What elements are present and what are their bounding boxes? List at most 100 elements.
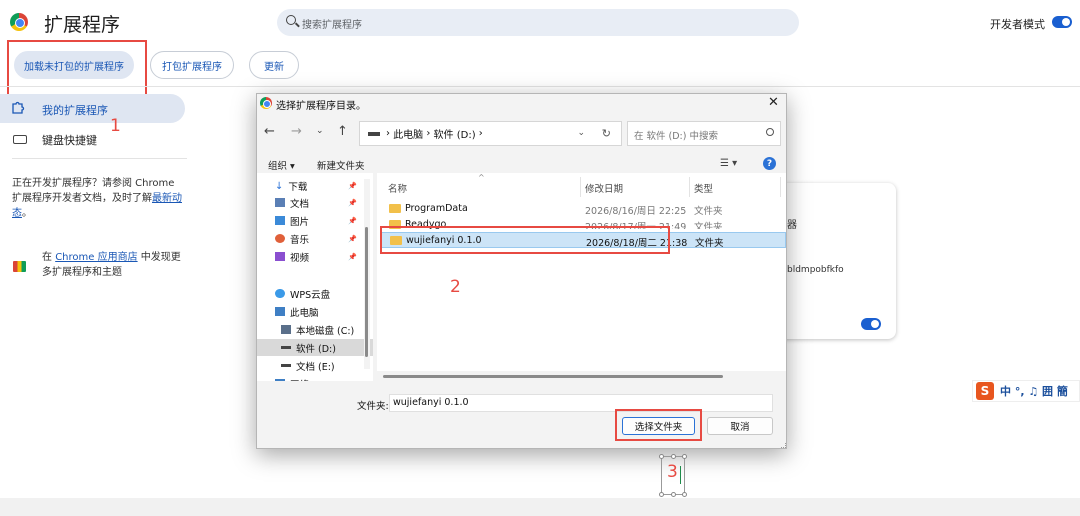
tree-item-this-pc[interactable]: 此电脑 [257,303,373,320]
tree-item-music[interactable]: 音乐 📌 [257,230,373,247]
folder-name-input[interactable]: wujiefanyi 0.1.0 [389,394,773,412]
folder-field-label: 文件夹: [357,401,389,412]
tree-item-videos[interactable]: 视频 📌 [257,248,373,265]
resize-handle[interactable] [671,492,676,497]
computer-icon [275,307,285,316]
file-name: ProgramData [405,203,468,214]
drive-icon [281,364,291,367]
tree-label: 本地磁盘 (C:) [296,325,355,337]
breadcrumb-this-pc[interactable]: 此电脑 [393,126,423,141]
tree-label: 文档 [290,198,310,210]
help-icon[interactable]: ? [763,157,776,170]
cancel-button[interactable]: 取消 [707,417,773,435]
column-date[interactable]: 修改日期 [585,181,623,195]
tree-item-drive-e[interactable]: 文档 (E:) [257,357,373,374]
organize-menu[interactable]: 组织 ▾ [268,158,295,172]
search-input[interactable]: 搜索扩展程序 [277,9,799,36]
sort-arrow-icon: ^ [478,173,485,182]
view-options-icon[interactable]: ☰ ▾ [720,158,737,169]
tree-item-wps-cloud[interactable]: WPS云盘 [257,285,373,302]
document-icon [275,198,285,207]
download-icon: ↓ [275,181,284,192]
resize-handle[interactable] [682,492,687,497]
resize-handle[interactable] [671,454,676,459]
folder-icon [389,204,401,213]
tree-label: 文档 (E:) [296,361,335,373]
puzzle-icon [12,101,25,114]
annotation-step-1: 1 [110,116,121,136]
developer-mode-label: 开发者模式 [990,18,1045,31]
tree-item-drive-c[interactable]: 本地磁盘 (C:) [257,321,373,338]
bottom-band [0,498,1080,516]
tree-item-documents[interactable]: 文档 📌 [257,194,373,211]
developer-mode-toggle[interactable] [1052,16,1072,28]
tree-item-pictures[interactable]: 图片 📌 [257,212,373,229]
breadcrumb-drive-d[interactable]: 软件 (D:) [434,126,476,141]
drive-icon [281,346,291,349]
chevron-down-icon[interactable]: ⌄ [577,128,585,138]
dialog-search-input[interactable]: 在 软件 (D:) 中搜索 [627,121,781,146]
annotation-box-2 [380,226,670,254]
file-type: 文件夹 [694,206,723,217]
column-divider[interactable] [580,177,581,197]
new-folder-button[interactable]: 新建文件夹 [317,158,365,172]
web-store-icon [13,261,26,272]
breadcrumb-sep: › [475,128,483,139]
video-icon [275,252,285,261]
network-icon [275,379,285,381]
extension-enable-toggle[interactable] [861,318,881,330]
up-arrow-icon[interactable]: ↑ [337,124,348,139]
tree-item-downloads[interactable]: ↓ 下载 📌 [257,177,373,194]
keyboard-icon [13,135,27,144]
tree-label: 此电脑 [290,307,319,319]
tree-label: 视频 [290,252,310,264]
refresh-icon[interactable]: ↻ [602,127,611,140]
resize-grip-icon[interactable] [781,443,786,448]
file-type: 文件夹 [695,238,724,249]
dialog-title: 选择扩展程序目录。 [276,101,366,112]
drive-icon [281,325,291,334]
search-icon [286,15,296,25]
recent-dropdown-icon[interactable]: ⌄ [316,126,324,136]
tree-label: 音乐 [290,234,310,246]
horizontal-scrollbar[interactable] [377,371,786,381]
column-name[interactable]: 名称 [388,181,407,195]
picture-icon [275,216,285,225]
sidebar-item-shortcuts[interactable]: 键盘快捷键 [42,132,97,148]
breadcrumb-sep: › [423,128,434,139]
tree-item-network[interactable]: 网络 [257,375,373,381]
column-divider[interactable] [689,177,690,197]
column-type[interactable]: 类型 [694,181,713,195]
extension-card-name: 器 [787,220,797,231]
update-button[interactable]: 更新 [249,51,299,79]
store-text-prefix: 在 [42,252,56,263]
pack-extension-button[interactable]: 打包扩展程序 [150,51,234,79]
annotation-box-3 [615,409,702,441]
tree-label: 软件 (D:) [296,343,336,355]
resize-handle[interactable] [682,454,687,459]
tree-scrollbar[interactable] [364,179,370,369]
breadcrumb-sep: › [386,128,394,139]
address-bar[interactable]: › 此电脑 › 软件 (D:) › ⌄ ↻ [359,121,622,146]
tree-label: 下载 [288,181,308,193]
dev-text-end: 。 [22,208,32,219]
ime-status[interactable]: 中 °, ♫ 囲 簡 [1000,383,1068,399]
resize-handle[interactable] [659,492,664,497]
annotation-step-2: 2 [450,277,461,297]
resize-handle[interactable] [659,454,664,459]
column-divider[interactable] [780,177,781,197]
tree-item-drive-d[interactable]: 软件 (D:) [257,339,373,356]
sogou-logo-icon: S [976,382,994,400]
close-icon[interactable]: ✕ [768,95,779,110]
back-arrow-icon[interactable]: ← [264,124,275,139]
music-icon [275,234,285,243]
extension-card-id: bldmpobfkfo [787,265,844,275]
file-row[interactable]: ProgramData 2026/8/16/周日 22:25 文件夹 [381,201,786,217]
cloud-icon [275,289,285,298]
dev-text-part: 正在开发扩展程序？请参阅 Chrome 扩展程序开发者文档，及时了解 [12,178,175,204]
ime-toolbar[interactable]: S 中 °, ♫ 囲 簡 [972,380,1080,402]
forward-arrow-icon[interactable]: → [291,124,302,139]
web-store-link[interactable]: Chrome 应用商店 [55,252,137,263]
navigation-tree: ↓ 下载 📌 文档 📌 图片 📌 音乐 📌 视频 📌 WPS云盘 此电脑 本地磁… [257,173,373,381]
annotation-box-1 [7,40,147,96]
